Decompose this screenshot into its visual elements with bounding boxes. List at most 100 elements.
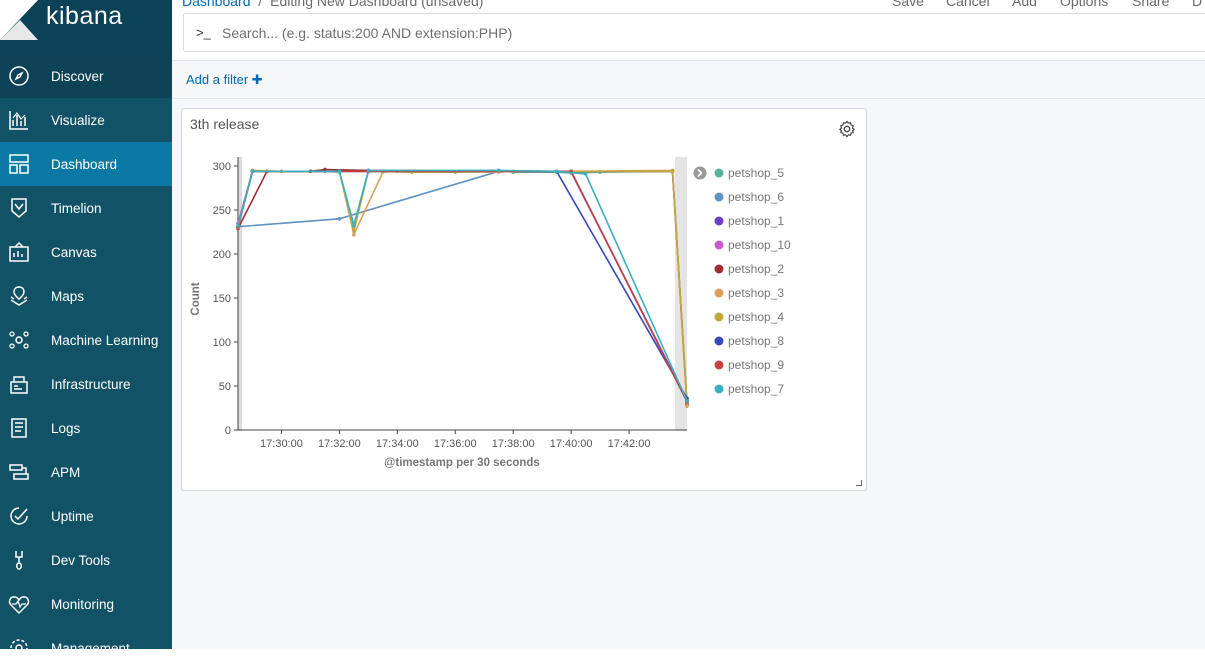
sidebar-item-maps[interactable]: Maps	[0, 274, 172, 318]
sidebar-nav: kibana Discover Visualize Dashboard Timelio…	[0, 0, 172, 657]
visualize-icon	[9, 111, 28, 130]
data-point-petshop_6	[337, 217, 342, 221]
legend-swatch-petshop_5	[714, 168, 724, 178]
sidebar-item-apm[interactable]: APM	[0, 450, 172, 494]
legend-swatch-petshop_6	[714, 192, 724, 202]
wrench-icon	[15, 551, 23, 570]
legend-swatch-petshop_9	[714, 360, 724, 370]
maps-icon	[10, 286, 28, 306]
y-tick-label: 200	[213, 249, 231, 261]
dashboard-icon	[9, 154, 29, 174]
sidebar-item-label: Timelion	[51, 200, 102, 216]
legend-toggle-icon[interactable]	[693, 166, 707, 180]
plus-icon: ✚	[251, 72, 263, 87]
series-line-petshop_7	[237, 169, 688, 402]
compass-icon	[9, 66, 29, 86]
data-point-petshop_7	[366, 168, 371, 173]
options-menu-item[interactable]: Options	[1060, 0, 1108, 9]
line-chart: 0 50 100 150 200 250 300 17:30:00 17:32:00 17:34:…	[190, 157, 791, 469]
sidebar-item-timelion[interactable]: Timelion	[0, 186, 172, 230]
sidebar-item-management[interactable]: Management	[0, 626, 172, 670]
kibana-logo-icon	[0, 0, 38, 40]
x-tick-label: 17:30:00	[260, 438, 303, 450]
search-input[interactable]	[222, 22, 1122, 44]
data-point-petshop_4	[352, 229, 356, 233]
query-prompt-icon: >_	[196, 25, 211, 40]
timelion-icon	[11, 198, 27, 218]
breadcrumb-current: Editing New Dashboard (unsaved)	[270, 0, 484, 9]
sidebar-item-label: Machine Learning	[51, 332, 159, 348]
legend-item-petshop_5[interactable]: petshop_5	[728, 166, 784, 180]
legend-swatch-petshop_8	[714, 336, 724, 346]
logs-icon	[11, 418, 27, 438]
sidebar-item-machine-learning[interactable]: Machine Learning	[0, 318, 172, 362]
sidebar-item-label: Uptime	[51, 508, 94, 524]
filter-bar: Add a filter ✚	[172, 60, 1205, 99]
legend-item-petshop_1[interactable]: petshop_1	[728, 214, 784, 228]
sidebar-item-discover[interactable]: Discover	[0, 54, 172, 98]
kibana-logo[interactable]: kibana	[0, 0, 172, 54]
add-menu-item[interactable]: Add	[1012, 0, 1037, 9]
data-point-petshop_7	[337, 169, 342, 174]
y-tick-label: 150	[213, 293, 231, 305]
legend-item-petshop_3[interactable]: petshop_3	[728, 286, 784, 300]
legend-item-petshop_8[interactable]: petshop_8	[728, 334, 784, 348]
breadcrumb-dashboard-link[interactable]: Dashboard	[182, 0, 251, 9]
legend-item-petshop_2[interactable]: petshop_2	[728, 262, 784, 276]
sidebar-item-label: Dev Tools	[51, 552, 111, 568]
uptime-icon	[10, 507, 28, 525]
sidebar-item-label: Logs	[51, 420, 81, 436]
query-bar: >_	[183, 13, 1205, 52]
legend-swatch-petshop_2	[714, 264, 724, 274]
data-point-petshop_3	[352, 232, 356, 237]
sidebar-item-dashboard[interactable]: Dashboard	[0, 142, 172, 186]
share-menu-item[interactable]: Share	[1132, 0, 1169, 9]
breadcrumb-separator: /	[258, 0, 263, 9]
x-tick-label: 17:38:00	[492, 438, 535, 450]
sidebar-item-visualize[interactable]: Visualize	[0, 98, 172, 142]
gear-icon	[10, 639, 28, 657]
sidebar-item-uptime[interactable]: Uptime	[0, 494, 172, 538]
sidebar-item-label: Management	[51, 640, 130, 656]
sidebar-item-label: Dashboard	[51, 156, 118, 172]
y-tick-label: 250	[213, 205, 231, 217]
y-tick-label: 0	[225, 425, 231, 437]
series-line-petshop_3	[237, 169, 688, 407]
sidebar-item-label: Discover	[51, 68, 104, 84]
y-axis-title: Count	[190, 282, 202, 315]
x-tick-label: 17:32:00	[318, 438, 361, 450]
monitoring-icon	[8, 596, 30, 615]
brand-name: kibana	[46, 2, 123, 30]
legend-item-petshop_4[interactable]: petshop_4	[728, 310, 784, 324]
cancel-menu-item[interactable]: Cancel	[946, 0, 990, 9]
save-menu-item[interactable]: Save	[892, 0, 924, 9]
data-point-petshop_7	[352, 224, 356, 228]
sidebar-item-logs[interactable]: Logs	[0, 406, 172, 450]
left-scroll-guide	[238, 157, 242, 431]
legend-swatch-petshop_1	[714, 216, 724, 226]
series-line-petshop_6	[237, 170, 688, 401]
apm-icon	[9, 464, 29, 480]
visualization-panel: 3th release 0 50 100 150 200 250 300 17:30:00 17…	[181, 108, 867, 491]
y-tick-label: 300	[213, 161, 231, 173]
x-axis-title: @timestamp per 30 seconds	[384, 457, 540, 469]
data-point-petshop_4	[670, 169, 675, 174]
legend-item-petshop_9[interactable]: petshop_9	[728, 358, 784, 372]
breadcrumb: Dashboard / Editing New Dashboard (unsav…	[182, 0, 483, 9]
sidebar-item-canvas[interactable]: Canvas	[0, 230, 172, 274]
add-filter-button[interactable]: Add a filter ✚	[186, 72, 263, 88]
legend-item-petshop_7[interactable]: petshop_7	[728, 382, 784, 396]
y-tick-label: 50	[219, 381, 231, 393]
legend-item-petshop_6[interactable]: petshop_6	[728, 190, 784, 204]
sidebar-item-monitoring[interactable]: Monitoring	[0, 582, 172, 626]
more-menu-item[interactable]: D	[1192, 0, 1202, 9]
sidebar-item-label: APM	[51, 464, 81, 480]
sidebar-item-dev-tools[interactable]: Dev Tools	[0, 538, 172, 582]
legend-swatch-petshop_3	[714, 288, 724, 298]
sidebar-item-infrastructure[interactable]: Infrastructure	[0, 362, 172, 406]
legend-item-petshop_10[interactable]: petshop_10	[728, 238, 791, 252]
panel-resize-handle[interactable]	[856, 480, 862, 486]
data-point-petshop_7	[250, 169, 255, 174]
data-point-petshop_7	[554, 169, 559, 174]
canvas-icon	[9, 241, 29, 262]
